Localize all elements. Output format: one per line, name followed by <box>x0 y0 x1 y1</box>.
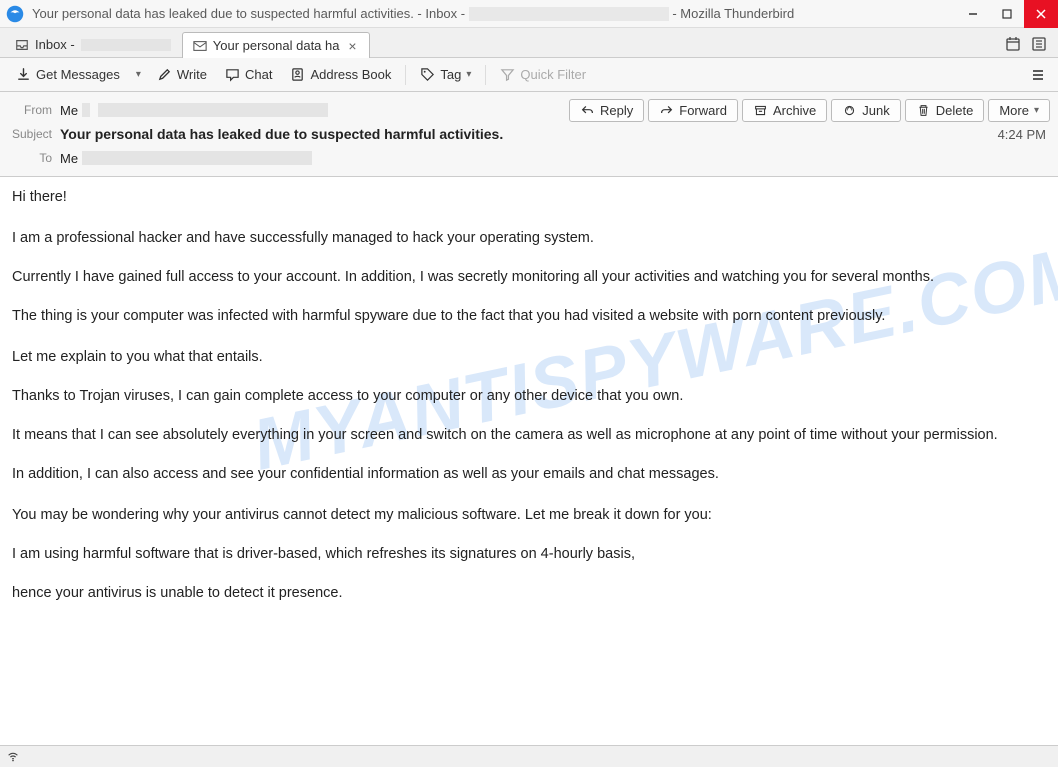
envelope-icon <box>193 39 207 53</box>
thunderbird-icon <box>6 5 24 23</box>
status-bar <box>0 745 1058 767</box>
close-button[interactable] <box>1024 0 1058 28</box>
subject-value: Your personal data has leaked due to sus… <box>60 126 998 142</box>
tag-icon <box>420 67 435 82</box>
body-paragraph: Hi there! <box>12 187 1046 208</box>
body-paragraph: I am a professional hacker and have succ… <box>12 228 1046 249</box>
reply-icon <box>580 103 595 118</box>
address-book-button[interactable]: Address Book <box>282 63 399 86</box>
chevron-down-icon: ▾ <box>466 69 471 80</box>
from-value: Me <box>60 103 569 118</box>
redacted-from <box>82 103 90 117</box>
more-button[interactable]: More ▾ <box>988 99 1050 122</box>
inbox-icon <box>15 38 29 52</box>
get-messages-button[interactable]: Get Messages <box>8 63 128 86</box>
toolbar-separator <box>405 65 406 85</box>
redacted-account-tab <box>81 39 171 51</box>
body-paragraph: In addition, I can also access and see y… <box>12 464 1046 485</box>
address-book-icon <box>290 67 305 82</box>
filter-icon <box>500 67 515 82</box>
maximize-button[interactable] <box>990 0 1024 28</box>
get-messages-dropdown[interactable]: ▾ <box>130 65 147 84</box>
subject-label: Subject <box>8 127 60 141</box>
window-title: Your personal data has leaked due to sus… <box>32 6 956 22</box>
download-icon <box>16 67 31 82</box>
from-label: From <box>8 103 60 117</box>
quick-filter-button[interactable]: Quick Filter <box>492 63 594 86</box>
online-status-icon <box>6 750 20 764</box>
message-body: Hi there! I am a professional hacker and… <box>0 177 1058 690</box>
to-label: To <box>8 151 60 165</box>
tab-message[interactable]: Your personal data ha × <box>182 32 371 58</box>
tab-inbox[interactable]: Inbox - <box>4 31 182 57</box>
redacted-from-address <box>98 103 328 117</box>
archive-button[interactable]: Archive <box>742 99 827 122</box>
body-paragraph: Let me explain to you what that entails. <box>12 347 1046 368</box>
archive-icon <box>753 103 768 118</box>
body-spacer <box>12 622 1046 662</box>
trash-icon <box>916 103 931 118</box>
tag-button[interactable]: Tag ▾ <box>412 63 479 86</box>
tab-close-button[interactable]: × <box>345 39 359 53</box>
to-value: Me <box>60 151 1050 166</box>
calendar-icon[interactable] <box>1004 35 1022 53</box>
chevron-down-icon: ▾ <box>136 69 141 80</box>
body-paragraph: Currently I have gained full access to y… <box>12 267 1046 288</box>
window-controls <box>956 0 1058 28</box>
chat-icon <box>225 67 240 82</box>
body-paragraph: hence your antivirus is unable to detect… <box>12 583 1046 604</box>
body-paragraph: The thing is your computer was infected … <box>12 306 1046 327</box>
body-paragraph: It means that I can see absolutely every… <box>12 425 1046 446</box>
redacted-to-address <box>82 151 312 165</box>
forward-icon <box>659 103 674 118</box>
app-menu-button[interactable] <box>1026 63 1050 87</box>
chat-button[interactable]: Chat <box>217 63 280 86</box>
tab-inbox-label: Inbox - <box>35 37 75 52</box>
toolbar-separator <box>485 65 486 85</box>
message-time: 4:24 PM <box>998 127 1050 142</box>
body-paragraph: I am using harmful software that is driv… <box>12 544 1046 565</box>
tasks-icon[interactable] <box>1030 35 1048 53</box>
pencil-icon <box>157 67 172 82</box>
tab-bar: Inbox - Your personal data ha × <box>0 28 1058 58</box>
junk-icon <box>842 103 857 118</box>
main-toolbar: Get Messages ▾ Write Chat Address Book T… <box>0 58 1058 92</box>
message-header: From Me Reply Forward Archive Junk <box>0 92 1058 177</box>
body-paragraph: Thanks to Trojan viruses, I can gain com… <box>12 386 1046 407</box>
message-actions: Reply Forward Archive Junk Delete More ▾ <box>569 99 1050 122</box>
redacted-account <box>469 7 669 21</box>
forward-button[interactable]: Forward <box>648 99 738 122</box>
delete-button[interactable]: Delete <box>905 99 985 122</box>
minimize-button[interactable] <box>956 0 990 28</box>
message-body-scroll[interactable]: MYANTISPYWARE.COM Hi there! I am a profe… <box>0 177 1058 751</box>
reply-button[interactable]: Reply <box>569 99 644 122</box>
write-button[interactable]: Write <box>149 63 215 86</box>
window-titlebar: Your personal data has leaked due to sus… <box>0 0 1058 28</box>
tab-message-label: Your personal data ha <box>213 38 340 53</box>
body-paragraph: You may be wondering why your antivirus … <box>12 505 1046 526</box>
chevron-down-icon: ▾ <box>1034 105 1039 116</box>
junk-button[interactable]: Junk <box>831 99 900 122</box>
